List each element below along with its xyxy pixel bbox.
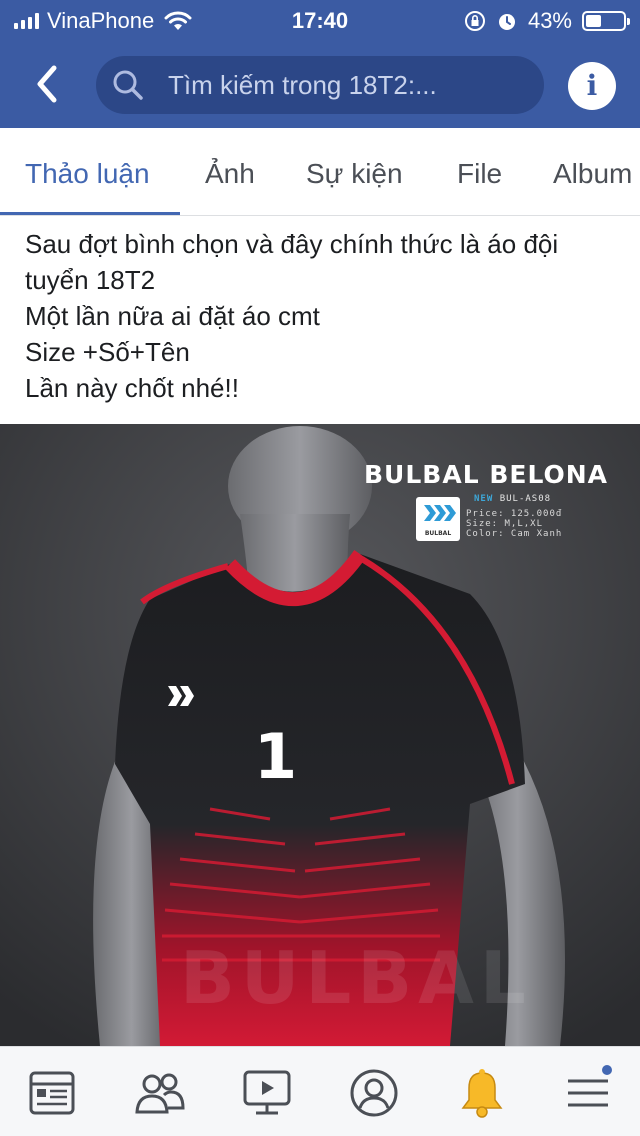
product-code-text: BUL-AS08 (499, 494, 552, 504)
spec-price: Price: 125.000đ (466, 509, 563, 519)
search-box[interactable] (96, 56, 544, 114)
status-bar: VinaPhone 17:40 43% (0, 0, 640, 42)
post-line: Một lần nữa ai đặt áo cmt (25, 301, 320, 331)
orientation-lock-icon (464, 11, 485, 31)
news-feed-icon (29, 1071, 75, 1115)
notifications-bell-icon (461, 1069, 503, 1118)
nav-news-feed[interactable] (24, 1065, 80, 1121)
nav-menu[interactable] (560, 1063, 616, 1121)
battery-icon (582, 11, 630, 31)
spec-size: Size: M,L,XL (466, 519, 544, 529)
photo-watermark: BULBAL (180, 936, 532, 1020)
tab-events[interactable]: Sự kiện (306, 158, 403, 190)
menu-notification-badge (600, 1063, 614, 1077)
watch-video-icon (243, 1070, 291, 1115)
post-line: Size +Số+Tên (25, 337, 190, 367)
menu-icon (568, 1079, 608, 1107)
groups-icon (135, 1073, 185, 1114)
nav-groups[interactable] (132, 1065, 188, 1121)
brand-name: BULBAL BELONA (364, 460, 609, 489)
post-line: Lần này chốt nhé!! (25, 373, 239, 403)
nav-profile[interactable] (346, 1065, 402, 1121)
tab-albums[interactable]: Album (553, 158, 632, 190)
brand-logo: BULBAL (416, 497, 460, 541)
chevron-left-icon[interactable] (30, 62, 64, 106)
search-input[interactable] (168, 66, 528, 104)
battery-percent: 43% (527, 8, 572, 33)
post-text: Sau đợt bình chọn và đây chính thức là á… (25, 226, 625, 406)
profile-icon (350, 1069, 398, 1117)
search-icon (113, 70, 143, 100)
product-code: NEW BUL-AS08 (474, 494, 551, 504)
tab-files[interactable]: File (457, 158, 502, 190)
nav-watch[interactable] (239, 1065, 295, 1121)
post-photo[interactable]: BULBAL BULBAL BELONA NEW BUL-AS08 Price:… (0, 424, 640, 1046)
shirt-number: 1 (254, 720, 298, 793)
group-tabs: Thảo luận Ảnh Sự kiện File Album (0, 128, 640, 216)
post-line: tuyển 18T2 (25, 265, 156, 295)
tab-discussion[interactable]: Thảo luận (25, 158, 150, 190)
brand-logo-text: BULBAL (424, 530, 452, 537)
active-tab-indicator (0, 212, 180, 215)
nav-notifications[interactable] (454, 1065, 510, 1121)
spec-color: Color: Cam Xanh (466, 529, 563, 539)
post-line: Sau đợt bình chọn và đây chính thức là á… (25, 229, 559, 259)
info-button[interactable]: i (568, 62, 616, 110)
tab-photos[interactable]: Ảnh (205, 158, 255, 190)
brand-logo-icon (424, 505, 456, 521)
bottom-navigation (0, 1046, 640, 1136)
new-label: NEW (474, 494, 494, 504)
top-bar: VinaPhone 17:40 43% Tìm kiếm trong 18T2:… (0, 0, 640, 128)
alarm-icon (498, 14, 515, 30)
product-specs: Price: 125.000đ Size: M,L,XL Color: Cam … (466, 509, 562, 539)
